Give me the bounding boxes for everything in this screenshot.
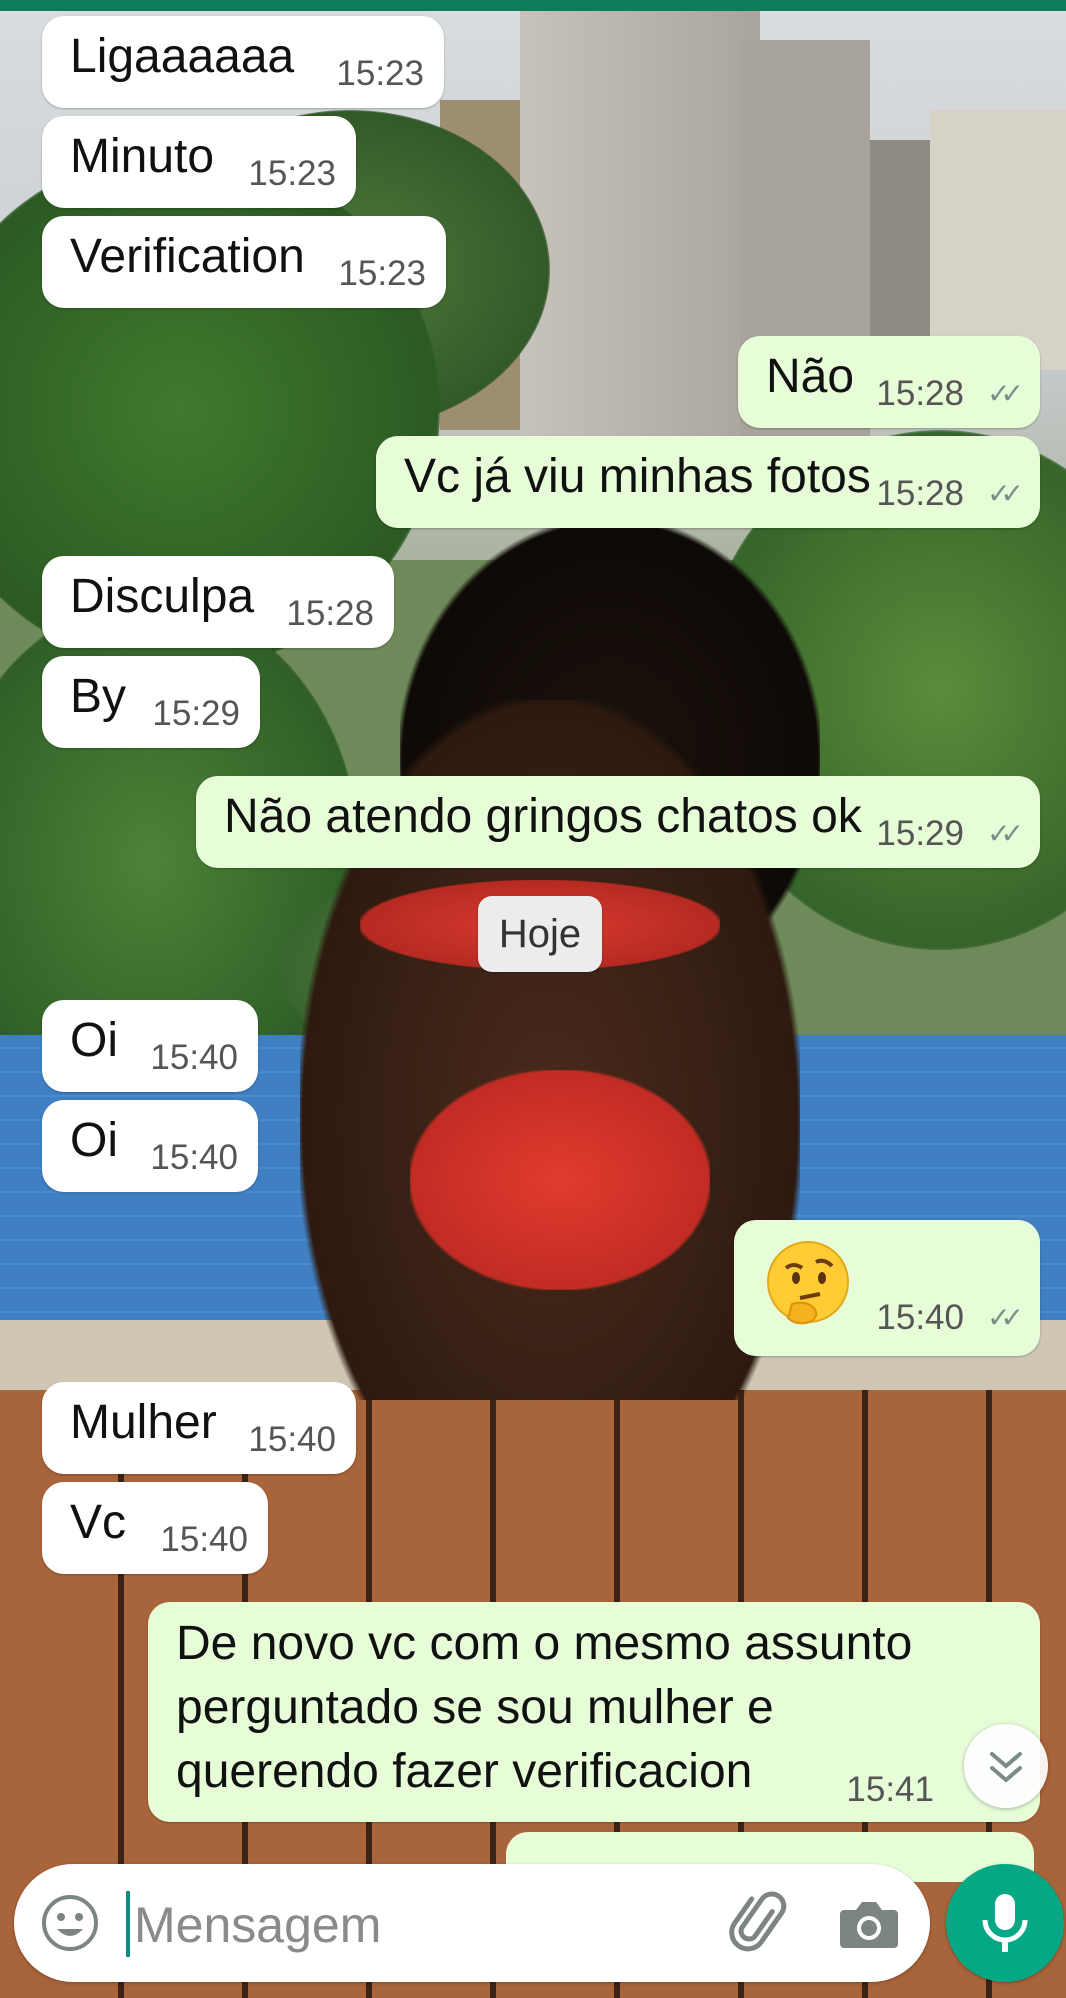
- message-bubble-outgoing[interactable]: Não atendo gringos chatos ok 15:29 ✓✓: [196, 776, 1040, 868]
- message-text: Oi: [70, 1014, 118, 1067]
- camera-icon[interactable]: [834, 1888, 904, 1958]
- microphone-icon: [982, 1894, 1028, 1952]
- message-time: 15:28: [876, 374, 964, 413]
- double-check-icon: ✓✓: [987, 378, 1024, 409]
- message-text: Disculpa: [70, 570, 255, 623]
- message-composer: [14, 1864, 930, 1982]
- message-text: Oi: [70, 1114, 118, 1167]
- message-time: 15:23: [248, 154, 336, 193]
- message-bubble-incoming[interactable]: Oi 15:40: [42, 1000, 258, 1092]
- message-bubble-incoming[interactable]: Minuto 15:23: [42, 116, 356, 208]
- status-bar: [0, 0, 1066, 11]
- message-time: 15:40: [150, 1038, 238, 1077]
- double-check-icon: ✓✓: [987, 818, 1024, 849]
- message-bubble-outgoing[interactable]: 15:40 ✓✓: [734, 1220, 1040, 1356]
- message-bubble-incoming[interactable]: By 15:29: [42, 656, 260, 748]
- message-bubble-incoming[interactable]: Verification 15:23: [42, 216, 446, 308]
- message-input[interactable]: [132, 1888, 696, 1962]
- message-time: 15:40: [150, 1138, 238, 1177]
- smiley-icon[interactable]: [38, 1891, 102, 1955]
- paperclip-icon[interactable]: [724, 1888, 794, 1958]
- message-time: 15:40: [248, 1420, 336, 1459]
- message-text: Minuto: [70, 130, 215, 183]
- message-bubble-incoming[interactable]: Mulher 15:40: [42, 1382, 356, 1474]
- message-text: Ligaaaaaa: [70, 30, 295, 83]
- message-time: 15:23: [336, 54, 424, 93]
- message-time: 15:23: [338, 254, 426, 293]
- message-bubble-incoming[interactable]: Vc 15:40: [42, 1482, 268, 1574]
- message-text: Vc: [70, 1496, 127, 1549]
- scroll-to-bottom-button[interactable]: [964, 1724, 1048, 1808]
- double-chevron-down-icon: [990, 1752, 1022, 1783]
- message-text: Não atendo gringos chatos ok: [224, 790, 862, 843]
- message-text: Verification: [70, 230, 305, 283]
- message-text: By: [70, 670, 127, 723]
- double-check-icon: ✓✓: [987, 478, 1024, 509]
- message-text: Vc já viu minhas fotos: [404, 450, 871, 503]
- message-text: De novo vc com o mesmo assunto perguntad…: [176, 1617, 913, 1798]
- double-check-icon: ✓✓: [987, 1302, 1024, 1333]
- text-caret: [126, 1891, 130, 1957]
- message-text: Mulher: [70, 1396, 217, 1449]
- message-time: 15:40: [160, 1520, 248, 1559]
- message-time: 15:29: [876, 814, 964, 853]
- message-time: 15:28: [286, 594, 374, 633]
- message-bubble-incoming[interactable]: Ligaaaaaa 15:23: [42, 16, 444, 108]
- message-bubble-incoming[interactable]: Oi 15:40: [42, 1100, 258, 1192]
- message-time: 15:29: [152, 694, 240, 733]
- message-text: Não: [766, 350, 855, 403]
- message-time: 15:40: [876, 1298, 964, 1337]
- message-bubble-outgoing[interactable]: Não 15:28 ✓✓: [738, 336, 1040, 428]
- voice-message-button[interactable]: [946, 1864, 1064, 1982]
- message-time: 15:41: [846, 1770, 934, 1809]
- thinking-face-emoji: [767, 1241, 849, 1325]
- message-time: 15:28: [876, 474, 964, 513]
- message-bubble-outgoing[interactable]: De novo vc com o mesmo assunto perguntad…: [148, 1602, 1040, 1822]
- date-divider: Hoje: [478, 896, 602, 972]
- message-bubble-incoming[interactable]: Disculpa 15:28: [42, 556, 394, 648]
- message-bubble-outgoing[interactable]: Vc já viu minhas fotos 15:28 ✓✓: [376, 436, 1040, 528]
